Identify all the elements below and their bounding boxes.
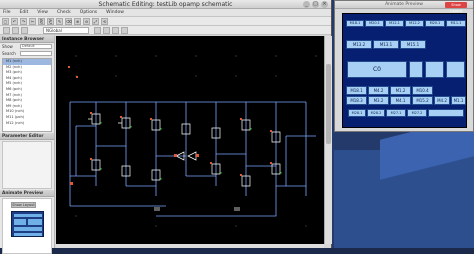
close-button[interactable]: × (321, 1, 328, 8)
vertical-scrollbar[interactable] (324, 36, 332, 244)
toolbar: ▢ ↶ ↷ ✂ ⎘ ⎗ ✎ ⌫ ⊕ ⊖ ⤢ ⟲ (0, 17, 331, 26)
select-tool-icon[interactable]: ▢ (2, 17, 9, 25)
net-select[interactable]: NGlobal (43, 27, 89, 34)
thumbnail-block (14, 214, 42, 217)
pin-markers (100, 122, 282, 180)
layout-block[interactable]: M11.1 (446, 20, 466, 27)
thumbnail-block (14, 219, 26, 225)
wire-tool-icon[interactable]: ✎ (56, 17, 63, 25)
search-input[interactable] (20, 51, 52, 56)
show-label: Show (2, 44, 13, 49)
search-label: Search (2, 51, 16, 56)
sidebar: Instance Browser Show Default Search M1 … (0, 36, 55, 254)
grid-dots (75, 55, 317, 227)
layout-block[interactable] (425, 61, 444, 78)
open-cell-icon[interactable] (12, 27, 19, 34)
paste-icon[interactable]: ⎗ (47, 17, 54, 25)
layout-block[interactable]: M13.2 (346, 40, 372, 49)
add-pin-icon[interactable] (103, 27, 110, 34)
animate-preview-panel: Show Layout (2, 198, 52, 254)
thumbnail-block (28, 219, 42, 225)
zoom-out-icon[interactable]: ⊖ (83, 17, 90, 25)
layout-block[interactable]: M4.1 (390, 96, 411, 105)
cut-icon[interactable]: ✂ (29, 17, 36, 25)
add-instance-icon[interactable] (94, 27, 101, 34)
thumbnail-block (14, 233, 42, 236)
menu-window[interactable]: Window (106, 9, 124, 16)
undo-icon[interactable]: ↶ (11, 17, 18, 25)
refresh-icon[interactable]: ⟲ (101, 17, 108, 25)
preview-show-layout-button[interactable]: Show Layout (445, 2, 467, 13)
menu-options[interactable]: Options (80, 9, 97, 16)
layout-thumbnail[interactable] (11, 211, 44, 237)
delete-icon[interactable]: ⌫ (65, 17, 72, 25)
add-label-icon[interactable] (112, 27, 119, 34)
layout-block[interactable] (446, 61, 465, 78)
layout-block[interactable]: M12.2 (405, 20, 424, 27)
layout-block[interactable]: M1.1 (451, 96, 466, 105)
layout-block[interactable] (409, 61, 423, 78)
show-select[interactable]: Default (20, 44, 52, 49)
list-item[interactable]: M12 (nch) (3, 121, 51, 127)
instance-list: M1 (nch) M2 (nch) M3 (pch) M4 (pch) M5 (… (2, 58, 52, 132)
layout-block[interactable]: M18.1 (346, 20, 364, 27)
secondary-toolbar: NGlobal (0, 26, 331, 35)
layout-block[interactable]: M18.1 (346, 86, 367, 95)
parameter-editor-panel (2, 141, 52, 189)
animate-preview-header: Animate Preview (0, 190, 54, 197)
layout-block[interactable]: M20.1 (365, 20, 384, 27)
menu-file[interactable]: File (3, 9, 11, 16)
schematic-drawing (68, 55, 317, 227)
parameter-editor-header: Parameter Editor (0, 133, 54, 140)
capacitor-block[interactable]: C0 (347, 61, 407, 78)
minimize-button[interactable]: _ (303, 1, 310, 8)
new-cell-icon[interactable] (3, 27, 10, 34)
layout-block[interactable]: M20.1 (425, 20, 445, 27)
layout-block[interactable]: M4.2 (368, 86, 389, 95)
layout-block[interactable]: M27.2 (407, 109, 427, 117)
layout-block[interactable] (428, 109, 464, 117)
thumbnail-block (14, 227, 42, 231)
animate-preview-window: Animate Preview Show Layout M18.1 M20.1 … (334, 0, 474, 132)
layout-block[interactable]: M28.2 (367, 109, 385, 117)
copy-icon[interactable]: ⎘ (38, 17, 45, 25)
maximize-button[interactable]: □ (312, 1, 319, 8)
schematic-wires (69, 101, 316, 217)
title-bar: Schematic Editing: testLib opamp schemat… (0, 0, 331, 9)
fit-view-icon[interactable]: ⤢ (92, 17, 99, 25)
preview-title-bar: Animate Preview Show Layout (335, 1, 473, 13)
layout-block[interactable]: M15.2 (412, 96, 433, 105)
schematic-canvas[interactable] (56, 36, 324, 244)
layout-block[interactable]: M3.2 (368, 96, 389, 105)
add-wire-icon[interactable] (121, 27, 128, 34)
window-title: Schematic Editing: testLib opamp schemat… (98, 1, 233, 8)
layout-block[interactable]: M13.1 (373, 40, 399, 49)
layout-block[interactable]: M18.3 (346, 96, 367, 105)
layout-block[interactable]: M1.2 (390, 86, 411, 95)
layout-block[interactable]: M12.1 (385, 20, 404, 27)
show-layout-button[interactable]: Show Layout (11, 202, 36, 208)
horizontal-scrollbar[interactable] (56, 244, 324, 248)
zoom-in-icon[interactable]: ⊕ (74, 17, 81, 25)
scrollbar-thumb[interactable] (326, 64, 331, 144)
layout-block[interactable]: M15.1 (400, 40, 426, 49)
layout-block[interactable]: M10.4 (412, 86, 433, 95)
layout-block[interactable]: M4.2 (434, 96, 450, 105)
menu-view[interactable]: View (37, 9, 48, 16)
instance-browser-header: Instance Browser (0, 36, 54, 43)
save-cell-icon[interactable] (21, 27, 28, 34)
layout-view[interactable]: M18.1 M20.1 M12.1 M12.2 M20.1 M11.1 M13.… (342, 13, 467, 128)
redo-icon[interactable]: ↷ (20, 17, 27, 25)
menu-check[interactable]: Check (57, 9, 71, 16)
layout-block[interactable]: M28.1 (348, 109, 366, 117)
menu-bar: File Edit View Check Options Window (0, 9, 331, 17)
layout-block[interactable]: M27.1 (386, 109, 406, 117)
component-markers (68, 66, 272, 185)
menu-edit[interactable]: Edit (20, 9, 29, 16)
